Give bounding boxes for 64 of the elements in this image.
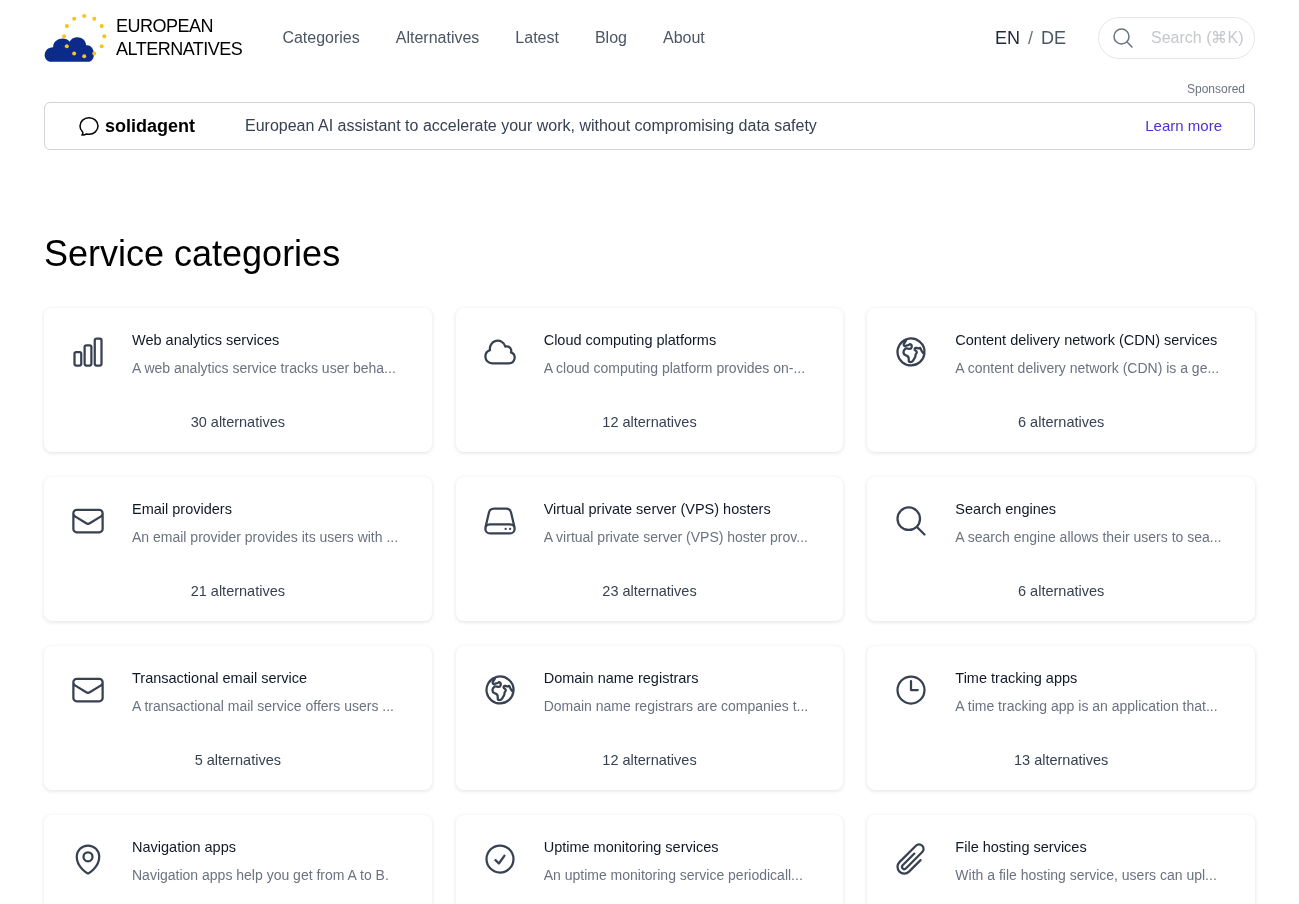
page-heading: Service categories	[44, 232, 342, 276]
nav-link[interactable]: About	[662, 26, 705, 50]
nav-link[interactable]: Latest	[515, 26, 559, 50]
category-title: Content delivery network (CDN) services	[955, 331, 1219, 350]
category-description: A virtual private server (VPS) hoster prov...	[543, 527, 808, 547]
language-separator: /	[1027, 26, 1033, 50]
category-card[interactable]: Web analytics services A web analytics service tracks user beha... 30 alternatives	[44, 308, 432, 452]
language-link[interactable]: DE	[1041, 24, 1066, 52]
category-description: An uptime monitoring service periodicall...	[543, 865, 803, 885]
category-title: Transactional email service	[132, 669, 309, 688]
alternatives-count: 23 alternatives	[602, 582, 697, 602]
category-description: A search engine allows their users to sea...	[955, 527, 1222, 547]
alternatives-count: 6 alternatives	[1018, 413, 1105, 433]
category-description: A time tracking app is an application that...	[955, 696, 1218, 716]
alternatives-count: 5 alternatives	[194, 751, 281, 771]
alternatives-count: 30 alternatives	[190, 413, 285, 433]
logo-text[interactable]: EUROPEAN ALTERNATIVES	[116, 15, 243, 61]
category-title: File hosting services	[955, 838, 1088, 857]
sponsor-banner[interactable]: solidagent European AI assistant to accelerate your work, without compromising data safety Learn more	[44, 102, 1255, 150]
language-link[interactable]: EN	[994, 24, 1020, 52]
category-title: Cloud computing platforms	[543, 331, 718, 350]
chat-bubble-icon	[77, 114, 101, 138]
category-card[interactable]: Search engines A search engine allows their users to sea... 6 alternatives	[867, 477, 1255, 621]
bar-chart-icon	[70, 334, 106, 370]
alternatives-count: 6 alternatives	[1018, 582, 1105, 602]
category-title: Search engines	[955, 500, 1058, 519]
category-title: Email providers	[132, 500, 233, 519]
category-card[interactable]: Transactional email service A transactional mail service offers users ... 5 alternatives	[44, 646, 432, 790]
nav-link[interactable]: Alternatives	[395, 26, 480, 50]
search-field[interactable]: Search (⌘K)	[1098, 17, 1255, 59]
category-card[interactable]: Navigation apps Navigation apps help you get from A to B.	[44, 815, 432, 904]
learn-more-link[interactable]: Learn more	[1145, 114, 1222, 138]
category-title: Uptime monitoring services	[543, 838, 720, 857]
category-description: A web analytics service tracks user beha...	[132, 358, 396, 378]
category-title: Navigation apps	[132, 838, 237, 857]
category-description: Navigation apps help you get from A to B.	[132, 865, 389, 885]
category-title: Domain name registrars	[543, 669, 700, 688]
category-description: With a file hosting service, users can upl...	[955, 865, 1217, 885]
category-card[interactable]: File hosting services With a file hosting service, users can upl...	[867, 815, 1255, 904]
sponsor-text: European AI assistant to accelerate your work, without compromising data safety	[245, 116, 817, 136]
sponsor-brand: solidagent	[105, 114, 195, 138]
category-card[interactable]: Content delivery network (CDN) services A content delivery network (CDN) is a ge... 6 alternatives	[867, 308, 1255, 452]
alternatives-count: 12 alternatives	[602, 751, 697, 771]
category-card[interactable]: Time tracking apps A time tracking app is an application that... 13 alternatives	[867, 646, 1255, 790]
alternatives-count: 13 alternatives	[1014, 751, 1109, 771]
nav-link[interactable]: Blog	[594, 26, 627, 50]
category-description: An email provider provides its users with ...	[132, 527, 399, 547]
category-card[interactable]: Uptime monitoring services An uptime monitoring service periodicall...	[455, 815, 844, 904]
category-card[interactable]: Cloud computing platforms A cloud computing platform provides on-... 12 alternatives	[455, 308, 844, 452]
category-description: Domain name registrars are companies t...	[543, 696, 809, 716]
alternatives-count: 12 alternatives	[602, 413, 697, 433]
search-icon	[1111, 26, 1135, 50]
category-title: Time tracking apps	[955, 669, 1079, 688]
category-description: A transactional mail service offers users ...	[132, 696, 394, 716]
category-description: A content delivery network (CDN) is a ge...	[955, 358, 1220, 378]
category-title: Virtual private server (VPS) hosters	[543, 500, 772, 519]
sponsored-label: Sponsored	[1186, 81, 1245, 98]
category-card[interactable]: Domain name registrars Domain name registrars are companies t... 12 alternatives	[455, 646, 844, 790]
category-description: A cloud computing platform provides on-...	[543, 358, 806, 378]
category-card[interactable]: Virtual private server (VPS) hosters A virtual private server (VPS) hoster prov... 23 alternatives	[455, 477, 844, 621]
category-card[interactable]: Email providers An email provider provides its users with ... 21 alternatives	[44, 477, 432, 621]
category-title: Web analytics services	[132, 331, 281, 350]
nav-link[interactable]: Categories	[282, 26, 360, 50]
alternatives-count: 21 alternatives	[190, 582, 285, 602]
